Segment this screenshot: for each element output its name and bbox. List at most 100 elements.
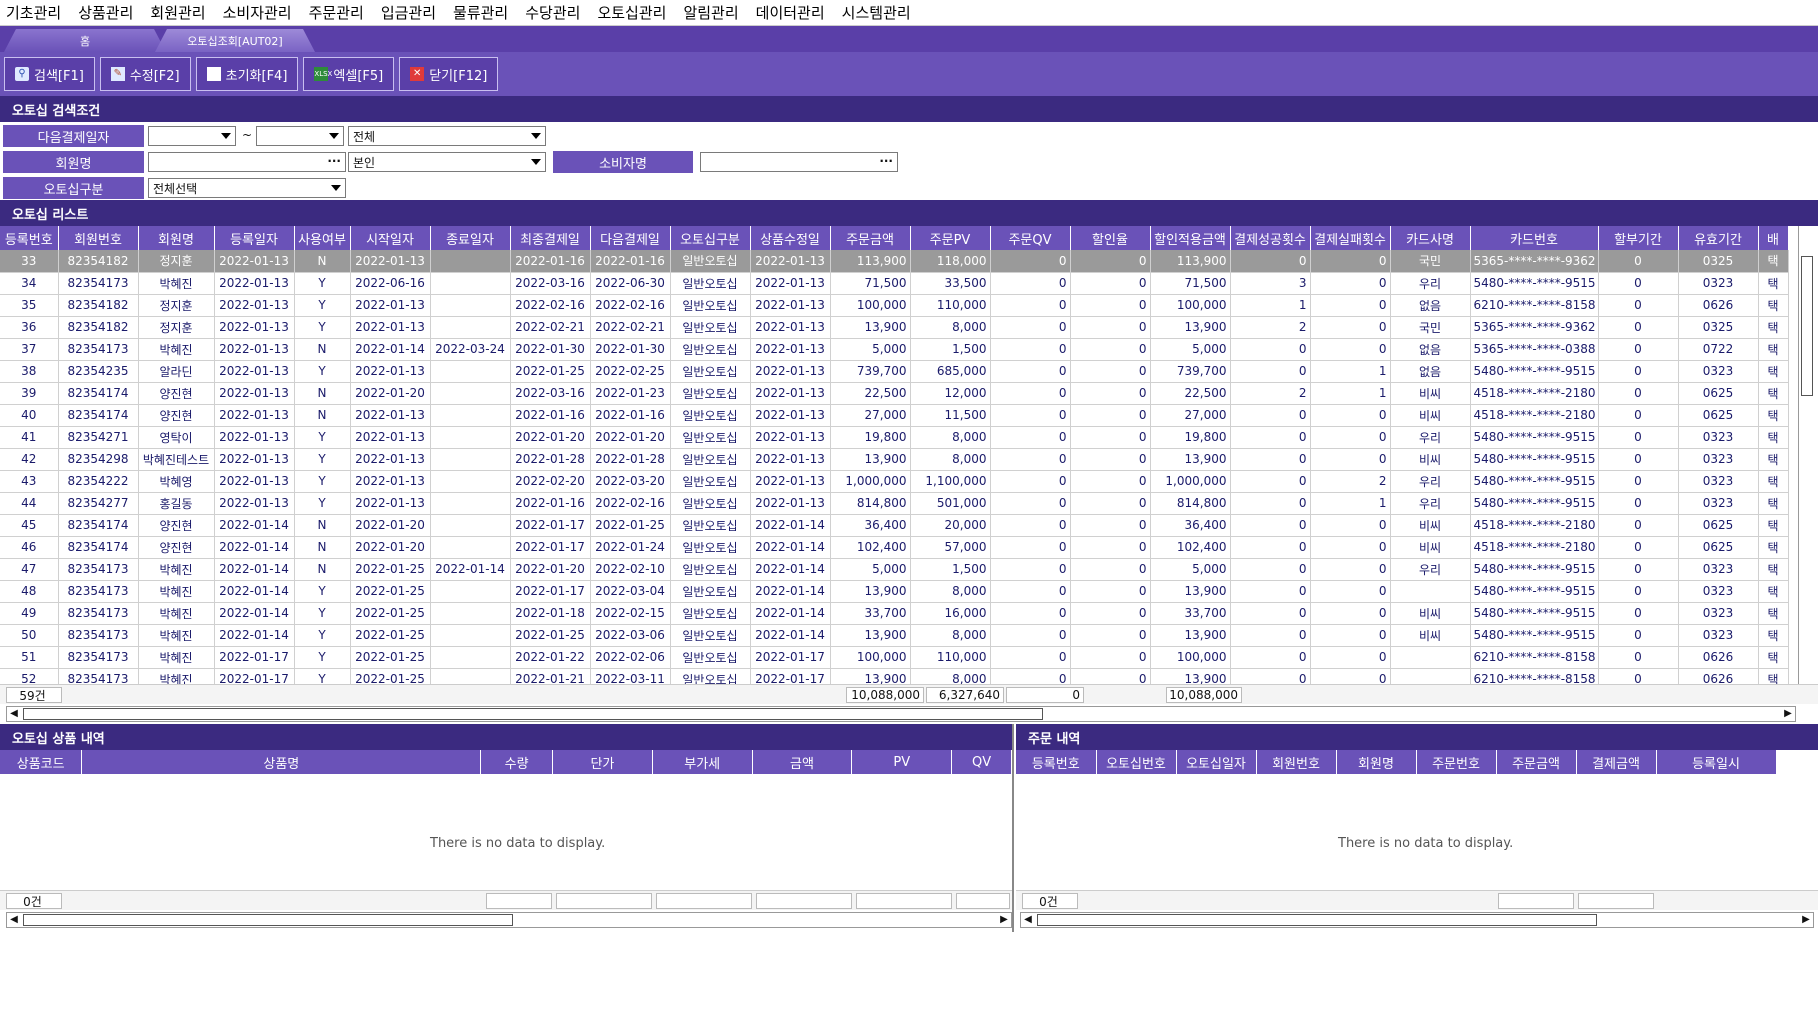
column-header[interactable]: 단가 <box>552 750 653 774</box>
table-row[interactable]: 38 82354235 알라딘 2022-01-13 Y 2022-01-13 2022-0… <box>0 360 1789 383</box>
scroll-left-icon[interactable]: ◀ <box>8 708 20 720</box>
table-row[interactable]: 41 82354271 영탁이 2022-01-13 Y 2022-01-13 2022-0… <box>0 426 1789 449</box>
column-header[interactable]: 상품수정일 <box>750 226 831 250</box>
table-row[interactable]: 50 82354173 박혜진 2022-01-14 Y 2022-01-25 2022-0… <box>0 624 1789 647</box>
menu-item[interactable]: 입금관리 <box>381 2 436 23</box>
date-scope-select[interactable]: 전체 <box>348 126 546 146</box>
tab-home[interactable]: 홈 <box>4 29 166 52</box>
column-header[interactable]: 금액 <box>752 750 853 774</box>
column-header[interactable]: 주문번호 <box>1416 750 1497 774</box>
order-horizontal-scrollbar[interactable]: ◀ ▶ <box>1020 912 1814 928</box>
column-header[interactable]: 등록번호 <box>1016 750 1097 774</box>
table-row[interactable]: 51 82354173 박혜진 2022-01-17 Y 2022-01-25 2022-0… <box>0 646 1789 669</box>
menu-item[interactable]: 상품관리 <box>78 2 133 23</box>
table-row[interactable]: 35 82354182 정지훈 2022-01-13 Y 2022-01-13 2022-0… <box>0 294 1789 317</box>
excel-button[interactable]: XLSX 엑셀[F5] <box>303 57 395 91</box>
menu-item[interactable]: 기초관리 <box>6 2 61 23</box>
member-scope-select[interactable]: 본인 <box>348 152 546 172</box>
column-header[interactable]: 회원번호 <box>58 226 139 250</box>
list-horizontal-scrollbar[interactable]: ◀ ▶ <box>6 706 1796 722</box>
consumer-name-input[interactable]: ··· <box>700 152 898 172</box>
product-horizontal-scrollbar[interactable]: ◀ ▶ <box>6 912 1012 928</box>
table-row[interactable]: 43 82354222 박혜영 2022-01-13 Y 2022-01-13 2022-0… <box>0 470 1789 493</box>
column-header[interactable]: 상품명 <box>81 750 482 774</box>
column-header[interactable]: QV <box>951 750 1012 774</box>
close-button[interactable]: ✕ 닫기[F12] <box>399 57 499 91</box>
column-header[interactable]: 최종결제일 <box>510 226 591 250</box>
column-header[interactable]: 할인율 <box>1070 226 1151 250</box>
table-row[interactable]: 42 82354298 박혜진테스트 2022-01-13 Y 2022-01-13 202… <box>0 448 1789 471</box>
date-from-select[interactable] <box>148 126 236 146</box>
table-row[interactable]: 33 82354182 정지훈 2022-01-13 N 2022-01-13 2022-0… <box>0 250 1789 273</box>
table-row[interactable]: 52 82354173 박혜진 2022-01-17 Y 2022-01-25 2022-0… <box>0 668 1789 684</box>
column-header[interactable]: 주문PV <box>910 226 991 250</box>
autoship-type-select[interactable]: 전체선택 <box>148 178 346 198</box>
column-header[interactable]: 카드번호 <box>1470 226 1599 250</box>
menu-item[interactable]: 수당관리 <box>525 2 580 23</box>
menu-item[interactable]: 소비자관리 <box>223 2 292 23</box>
menu-item[interactable]: 데이터관리 <box>756 2 825 23</box>
scroll-thumb[interactable] <box>23 914 513 926</box>
reset-button[interactable]: 초기화[F4] <box>195 57 299 91</box>
table-row[interactable]: 39 82354174 양진현 2022-01-13 N 2022-01-20 2022-0… <box>0 382 1789 405</box>
scroll-left-icon[interactable]: ◀ <box>1022 914 1034 926</box>
menu-item[interactable]: 주문관리 <box>309 2 364 23</box>
scroll-right-icon[interactable]: ▶ <box>1800 914 1812 926</box>
column-header[interactable]: 주문QV <box>990 226 1071 250</box>
edit-button[interactable]: ✎ 수정[F2] <box>99 57 191 91</box>
column-header[interactable]: 오토십구분 <box>670 226 751 250</box>
column-header[interactable]: 배 <box>1758 226 1789 250</box>
menu-item[interactable]: 시스템관리 <box>842 2 911 23</box>
table-row[interactable]: 46 82354174 양진현 2022-01-14 N 2022-01-20 2022-0… <box>0 536 1789 559</box>
column-header[interactable]: 등록번호 <box>0 226 59 250</box>
column-header[interactable]: 등록일시 <box>1656 750 1777 774</box>
column-header[interactable]: 결제성공횟수 <box>1230 226 1311 250</box>
table-row[interactable]: 45 82354174 양진현 2022-01-14 N 2022-01-20 2022-0… <box>0 514 1789 537</box>
column-header[interactable]: 유효기간 <box>1678 226 1759 250</box>
table-row[interactable]: 37 82354173 박혜진 2022-01-13 N 2022-01-14 2022-0… <box>0 338 1789 361</box>
column-header[interactable]: 할인적용금액 <box>1150 226 1231 250</box>
column-header[interactable]: 주문금액 <box>1496 750 1577 774</box>
search-button[interactable]: ⚲ 검색[F1] <box>4 57 95 91</box>
tab-autoship-inquiry[interactable]: 오토십조회[AUT02] <box>155 29 315 52</box>
table-row[interactable]: 36 82354182 정지훈 2022-01-13 Y 2022-01-13 2022-0… <box>0 316 1789 339</box>
column-header[interactable]: 회원명 <box>138 226 215 250</box>
column-header[interactable]: 할부기간 <box>1598 226 1679 250</box>
table-row[interactable]: 34 82354173 박혜진 2022-01-13 Y 2022-06-16 2022-0… <box>0 272 1789 295</box>
column-header[interactable]: 부가세 <box>652 750 753 774</box>
lookup-dots-icon[interactable]: ··· <box>879 154 893 168</box>
member-name-input[interactable]: ··· <box>148 152 346 172</box>
table-row[interactable]: 49 82354173 박혜진 2022-01-14 Y 2022-01-25 2022-0… <box>0 602 1789 625</box>
column-header[interactable]: 다음결제일 <box>590 226 671 250</box>
table-row[interactable]: 44 82354277 홍길동 2022-01-13 Y 2022-01-13 2022-0… <box>0 492 1789 515</box>
column-header[interactable]: 상품코드 <box>0 750 83 774</box>
column-header[interactable]: 주문금액 <box>830 226 911 250</box>
column-header[interactable]: 회원명 <box>1336 750 1417 774</box>
scroll-right-icon[interactable]: ▶ <box>998 914 1010 926</box>
menu-item[interactable]: 회원관리 <box>150 2 205 23</box>
column-header[interactable]: 오토십번호 <box>1096 750 1177 774</box>
column-header[interactable]: 수량 <box>480 750 554 774</box>
column-header[interactable]: 회원번호 <box>1256 750 1337 774</box>
list-vertical-scrollbar[interactable] <box>1798 226 1816 684</box>
column-header[interactable]: 오토십일자 <box>1176 750 1257 774</box>
menu-item[interactable]: 알림관리 <box>683 2 738 23</box>
column-header[interactable]: 결제실패횟수 <box>1310 226 1391 250</box>
column-header[interactable]: 시작일자 <box>350 226 431 250</box>
scroll-thumb[interactable] <box>1801 256 1813 396</box>
scroll-right-icon[interactable]: ▶ <box>1782 708 1794 720</box>
scroll-thumb[interactable] <box>23 708 1043 720</box>
table-row[interactable]: 48 82354173 박혜진 2022-01-14 Y 2022-01-25 2022-0… <box>0 580 1789 603</box>
date-to-select[interactable] <box>256 126 344 146</box>
table-row[interactable]: 47 82354173 박혜진 2022-01-14 N 2022-01-25 2022-0… <box>0 558 1789 581</box>
column-header[interactable]: 종료일자 <box>430 226 511 250</box>
lookup-dots-icon[interactable]: ··· <box>327 154 341 168</box>
scroll-thumb[interactable] <box>1037 914 1597 926</box>
menu-item[interactable]: 오토십관리 <box>597 2 666 23</box>
column-header[interactable]: PV <box>851 750 953 774</box>
column-header[interactable]: 등록일자 <box>214 226 295 250</box>
scroll-left-icon[interactable]: ◀ <box>8 914 20 926</box>
column-header[interactable]: 결제금액 <box>1576 750 1657 774</box>
menu-item[interactable]: 물류관리 <box>453 2 508 23</box>
column-header[interactable]: 카드사명 <box>1390 226 1471 250</box>
